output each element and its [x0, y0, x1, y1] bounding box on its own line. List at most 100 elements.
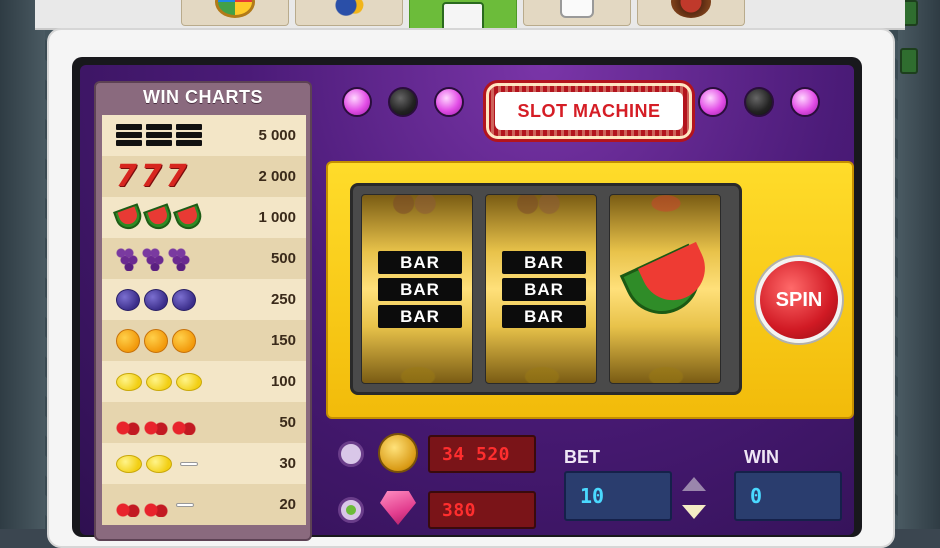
payout-value: 100: [270, 373, 296, 390]
payout-value: 250: [270, 291, 296, 308]
slot-machine-cabinet: WIN CHARTS 5 000 7 7 7 2 000 1 000 500 250 150 10…: [72, 57, 862, 541]
win-chart-row: 5 000: [102, 115, 306, 156]
win-chart-row: 777 2 000: [102, 156, 306, 197]
win-chart-row: 500: [102, 238, 306, 279]
payout-value: 50: [279, 414, 296, 431]
win-charts-table: WIN CHARTS 5 000 7 7 7 2 000 1 000 500 250 150 10…: [94, 81, 312, 541]
payout-value: 30: [279, 455, 296, 472]
light-bulb: [790, 87, 820, 117]
orange-icon: [144, 328, 168, 353]
triple-bar-icon: [116, 123, 142, 148]
bet-label: BET: [564, 447, 600, 467]
win-display: 0: [734, 471, 842, 521]
spin-button[interactable]: SPIN: [756, 257, 842, 343]
light-bulb: [434, 87, 464, 117]
cherry-icon: [144, 410, 168, 435]
reel-1: BAR BAR BAR: [361, 194, 473, 384]
plum-icon: [116, 288, 140, 311]
melon-partial-icon: [630, 195, 702, 217]
cherry-icon: [144, 492, 168, 517]
orange-icon: [172, 328, 196, 353]
light-bulb: [744, 87, 774, 117]
lemon-icon: [116, 372, 142, 391]
gems-currency-radio[interactable]: [338, 497, 364, 523]
lemon-icon: [146, 372, 172, 391]
tab-cards[interactable]: [295, 0, 403, 26]
orange-icon: [116, 328, 140, 353]
grape-icon: [168, 246, 190, 271]
light-bulb: [388, 87, 418, 117]
melon-icon: [113, 202, 145, 233]
bar-symbol: BAR: [378, 251, 462, 274]
payout-value: 5 000: [258, 127, 296, 144]
cards-icon: [334, 0, 364, 18]
any-symbol-dash-icon: [176, 502, 194, 507]
any-symbol-dash-icon: [180, 461, 198, 466]
lemon-icon: [146, 454, 172, 473]
melon-icon: [143, 202, 175, 233]
tab-wheel-of-fortune[interactable]: [181, 0, 289, 26]
light-bulb: [342, 87, 372, 117]
machine-inner: WIN CHARTS 5 000 7 7 7 2 000 1 000 500 250 150 10…: [80, 65, 854, 541]
tab-roulette[interactable]: [637, 0, 745, 26]
triple-bar-icon: [176, 123, 202, 148]
dice-icon: [560, 0, 594, 18]
win-chart-row: 30: [102, 443, 306, 484]
lemon-icon: [116, 454, 142, 473]
win-chart-row: 1 000: [102, 197, 306, 238]
coins-currency-radio[interactable]: [338, 441, 364, 467]
reel-2: BAR BAR BAR: [485, 194, 597, 384]
payout-value: 2 000: [258, 168, 296, 185]
win-chart-row: 20: [102, 484, 306, 525]
watermelon-icon: [619, 241, 716, 327]
lemon-icon: [176, 372, 202, 391]
bet-decrease-arrow[interactable]: [682, 505, 706, 519]
orange-partial-icon: [382, 363, 454, 383]
win-chart-row: 150: [102, 320, 306, 361]
gems-balance-display: 380: [428, 491, 536, 529]
roulette-icon: [671, 0, 711, 18]
coins-balance-display: 34 520: [428, 435, 536, 473]
grape-icon: [116, 246, 138, 271]
reel-3: [609, 194, 721, 384]
payout-value: 1 000: [258, 209, 296, 226]
win-chart-row: 100: [102, 361, 306, 402]
coin-icon: [378, 433, 418, 473]
bar-symbol: BAR: [378, 305, 462, 328]
fortune-wheel-icon: [215, 0, 255, 18]
machine-title: SLOT MACHINE: [517, 100, 661, 121]
side-button-second[interactable]: [900, 48, 918, 74]
payout-value: 500: [270, 250, 296, 267]
seven-icon: 7: [116, 158, 137, 194]
light-bulb: [698, 87, 728, 117]
grape-partial-icon: [506, 195, 578, 217]
reel-window: BAR BAR BAR BAR BAR BAR: [350, 183, 742, 395]
grape-icon: [142, 246, 164, 271]
city-left-edge: [0, 0, 45, 529]
orange-partial-icon: [506, 363, 578, 383]
orange-partial-icon: [630, 363, 702, 383]
seven-icon: 7: [140, 158, 162, 194]
bar-symbol: BAR: [502, 278, 586, 301]
win-chart-row: 250: [102, 279, 306, 320]
win-charts-list: 5 000 7 7 7 2 000 1 000 500 250 150 100 50 30 20: [102, 115, 306, 525]
bet-input[interactable]: 10: [564, 471, 672, 521]
bar-symbol: BAR: [378, 278, 462, 301]
plum-icon: [172, 288, 196, 311]
cherry-icon: [172, 410, 196, 435]
tab-dice[interactable]: [523, 0, 631, 26]
game-tab-bar: [35, 0, 905, 42]
win-charts-title: WIN CHARTS: [143, 87, 263, 107]
bet-increase-arrow[interactable]: [682, 477, 706, 491]
reel-housing: BAR BAR BAR BAR BAR BAR SPIN: [326, 161, 854, 419]
win-label: WIN: [744, 447, 779, 467]
payout-value: 150: [270, 332, 296, 349]
payout-value: 20: [279, 496, 296, 513]
city-right-edge: [898, 0, 940, 529]
triple-bar-icon: [146, 123, 172, 148]
bar-symbol: BAR: [502, 305, 586, 328]
gem-icon: [380, 491, 416, 525]
cherry-icon: [116, 492, 140, 517]
win-chart-row: 50: [102, 402, 306, 443]
melon-icon: [173, 202, 205, 233]
